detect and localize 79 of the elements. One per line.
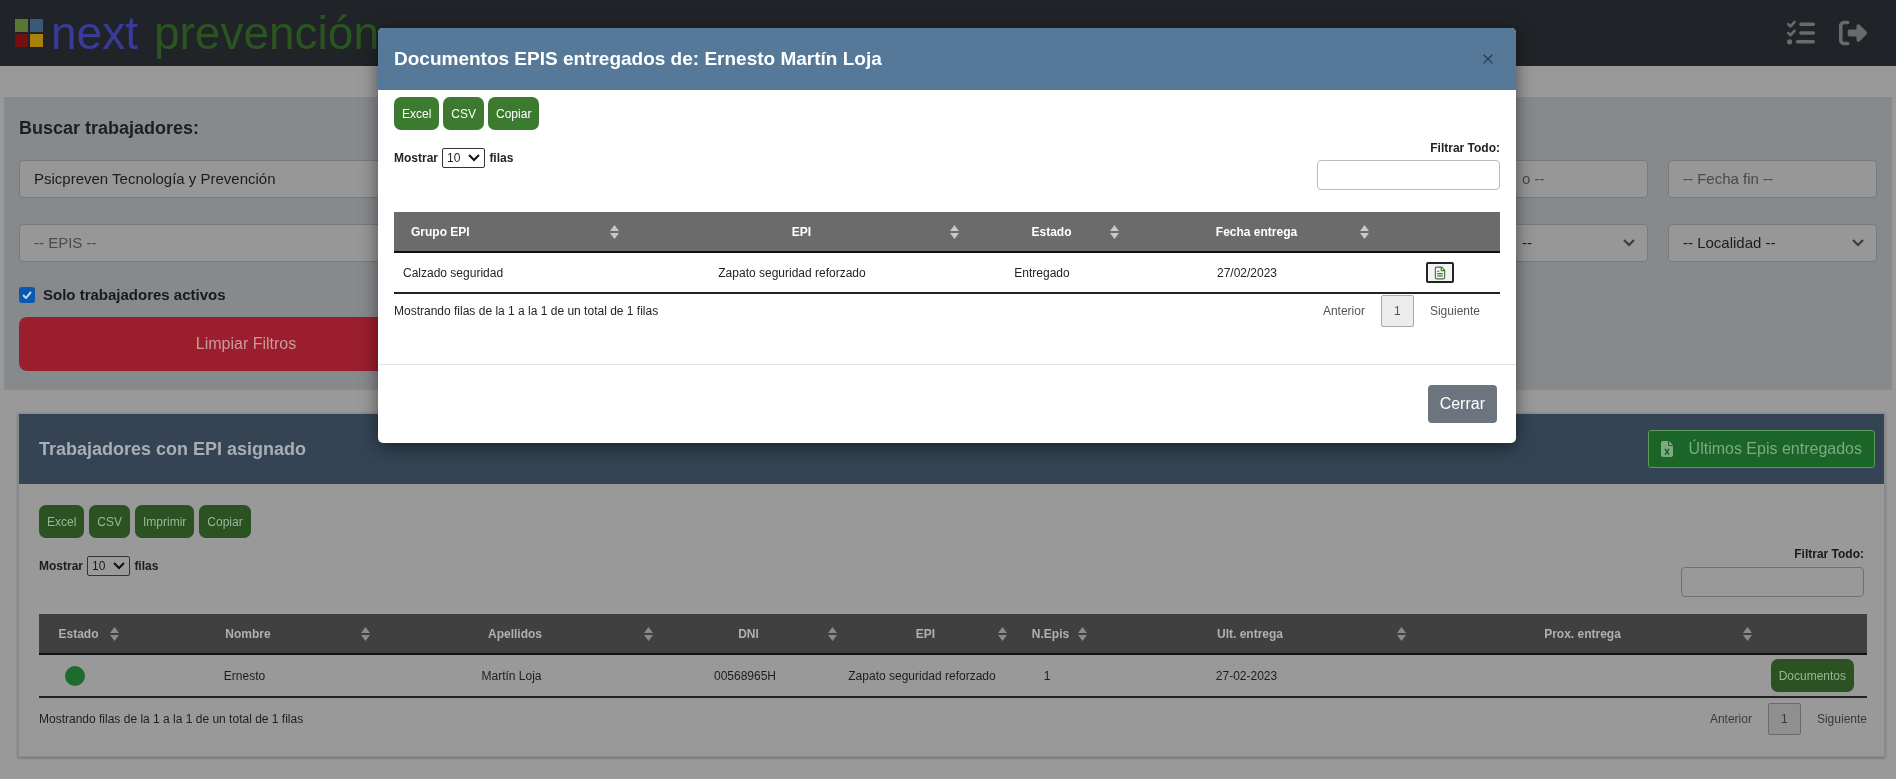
sort-icon — [644, 626, 653, 641]
page-button[interactable]: 1 — [1380, 295, 1414, 327]
sort-icon — [361, 626, 370, 641]
table-cell: Calzado seguridad — [394, 252, 636, 293]
rows-select[interactable]: 10 — [87, 556, 131, 576]
table-cell: 27-02-2023 — [1095, 654, 1414, 697]
column-header[interactable]: Apellidos — [378, 614, 661, 654]
column-header[interactable]: Estado — [976, 212, 1136, 252]
sort-icon — [1360, 224, 1369, 239]
rows-select[interactable]: 10 — [442, 148, 486, 168]
table-cell: 00568965H — [661, 654, 845, 697]
page-button[interactable]: 1 — [1767, 703, 1801, 735]
table-cell: 1 — [1015, 654, 1095, 697]
column-header[interactable]: DNI — [661, 614, 845, 654]
column-header[interactable]: EPI — [636, 212, 976, 252]
logo-text: next — [51, 10, 138, 56]
input-field[interactable]: -- Fecha fin -- — [1668, 160, 1877, 198]
sort-icon — [1078, 626, 1087, 641]
documents-button[interactable]: Documentos — [1770, 659, 1854, 692]
select-field[interactable]: -- Localidad -- — [1668, 224, 1877, 262]
filter-label: Filtrar Todo: — [1430, 140, 1500, 157]
logo-icon — [15, 19, 43, 47]
column-header[interactable]: Ult. entrega — [1095, 614, 1414, 654]
card-title: Trabajadores con EPI asignado — [39, 437, 307, 461]
show-label: Mostrar — [39, 558, 83, 575]
sort-icon — [998, 626, 1007, 641]
document-button[interactable] — [1426, 262, 1454, 283]
column-header[interactable]: N.Epis — [1015, 614, 1095, 654]
table-cell: Zapato seguridad reforzado — [845, 654, 1015, 697]
logout-icon[interactable] — [1837, 19, 1869, 47]
sort-icon — [1743, 626, 1752, 641]
table-cell: Ernesto — [127, 654, 378, 697]
close-button[interactable]: Cerrar — [1427, 385, 1497, 423]
next-link[interactable]: Siguiente — [1429, 302, 1480, 320]
chevron-down-icon — [468, 154, 481, 162]
table-cell: Zapato seguridad reforzado — [636, 252, 976, 293]
next-link[interactable]: Siguiente — [1816, 710, 1867, 728]
table-cell: 27/02/2023 — [1136, 252, 1386, 293]
sort-icon — [1110, 224, 1119, 239]
export-button[interactable]: CSV — [443, 97, 485, 130]
sort-icon — [1397, 626, 1406, 641]
export-button[interactable]: CSV — [89, 505, 131, 538]
column-header[interactable]: Fecha entrega — [1136, 212, 1386, 252]
column-header[interactable]: Prox. entrega — [1414, 614, 1760, 654]
check-icon — [22, 291, 32, 300]
chevron-down-icon — [113, 562, 126, 570]
sort-icon — [110, 626, 119, 641]
column-header[interactable]: Grupo EPI — [394, 212, 636, 252]
filter-field[interactable] — [1681, 567, 1864, 597]
export-button[interactable]: Excel — [394, 97, 440, 130]
checklist-icon[interactable] — [1785, 19, 1817, 47]
export-button[interactable]: Copiar — [488, 97, 540, 130]
latest-epis-button[interactable]: Últimos Epis entregados — [1647, 430, 1875, 468]
filter-label: Filtrar Todo: — [1794, 546, 1864, 563]
column-header[interactable]: EPI — [845, 614, 1015, 654]
previous-link[interactable]: Anterior — [1322, 302, 1365, 320]
rows-label: filas — [134, 558, 159, 575]
column-header[interactable]: Estado — [39, 614, 127, 654]
previous-link[interactable]: Anterior — [1709, 710, 1752, 728]
sort-icon — [950, 224, 959, 239]
show-label: Mostrar — [394, 150, 438, 167]
chevron-down-icon — [1623, 239, 1635, 247]
column-header[interactable]: Nombre — [127, 614, 378, 654]
checkbox[interactable] — [19, 287, 35, 304]
modal-title: Documentos EPIS entregados de: Ernesto Martín Loja — [394, 46, 882, 71]
table-info: Mostrando filas de la 1 a la 1 de un total de 1 filas — [39, 711, 304, 728]
filter-field[interactable] — [1317, 160, 1500, 190]
table-cell: Entregado — [976, 252, 1136, 293]
table-cell: Martín Loja — [378, 654, 661, 697]
export-button[interactable]: Imprimir — [135, 505, 195, 538]
export-button[interactable]: Excel — [39, 505, 85, 538]
sort-icon — [610, 224, 619, 239]
rows-label: filas — [489, 150, 514, 167]
checkbox-label: Solo trabajadores activos — [43, 285, 226, 305]
document-icon — [1433, 265, 1447, 280]
chevron-down-icon — [1852, 239, 1864, 247]
spreadsheet-file-icon — [1660, 441, 1673, 457]
sort-icon — [828, 626, 837, 641]
export-button[interactable]: Copiar — [199, 505, 251, 538]
